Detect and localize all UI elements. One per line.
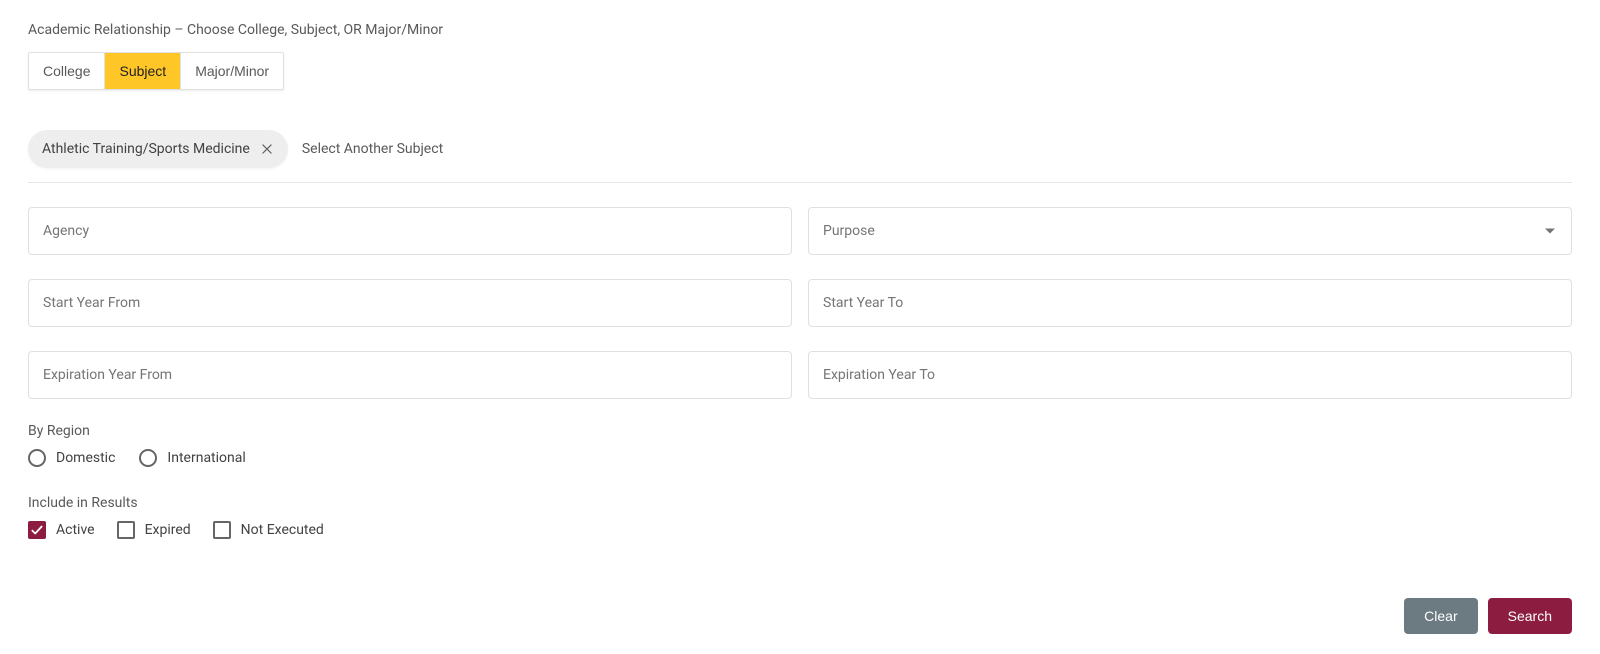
remove-chip-icon[interactable] xyxy=(258,140,276,158)
checkbox-expired[interactable]: Expired xyxy=(117,521,191,539)
purpose-select[interactable]: Purpose xyxy=(808,207,1572,255)
content: Academic Relationship – Choose College, … xyxy=(0,0,1600,559)
field-label: Expiration Year From xyxy=(43,367,172,383)
by-region-label: By Region xyxy=(28,423,1572,439)
chip-label: Athletic Training/Sports Medicine xyxy=(42,141,250,157)
filters-grid: Agency Purpose Start Year From Start Yea… xyxy=(28,207,1572,399)
field-label: Agency xyxy=(43,223,89,239)
field-label: Start Year From xyxy=(43,295,140,311)
radio-international[interactable]: International xyxy=(139,449,245,467)
field-label: Start Year To xyxy=(823,295,903,311)
search-button[interactable]: Search xyxy=(1488,598,1572,634)
radio-domestic[interactable]: Domestic xyxy=(28,449,115,467)
selected-subject-row: Athletic Training/Sports Medicine Select… xyxy=(28,130,1572,168)
radio-icon xyxy=(28,449,46,467)
include-in-results-label: Include in Results xyxy=(28,495,1572,511)
radio-label: Domestic xyxy=(56,450,115,466)
checkbox-label: Active xyxy=(56,522,95,538)
clear-button[interactable]: Clear xyxy=(1404,598,1477,634)
section-title: Academic Relationship – Choose College, … xyxy=(28,22,1572,38)
action-buttons: Clear Search xyxy=(1404,598,1572,634)
checkbox-active[interactable]: Active xyxy=(28,521,95,539)
selected-subject-chip: Athletic Training/Sports Medicine xyxy=(28,130,288,168)
checkbox-not-executed[interactable]: Not Executed xyxy=(213,521,324,539)
checkbox-label: Expired xyxy=(145,522,191,538)
checkbox-label: Not Executed xyxy=(241,522,324,538)
tab-college[interactable]: College xyxy=(29,53,104,89)
academic-relationship-tabs: College Subject Major/Minor xyxy=(28,52,284,90)
start-year-from-input[interactable]: Start Year From xyxy=(28,279,792,327)
expiration-year-from-input[interactable]: Expiration Year From xyxy=(28,351,792,399)
field-label: Expiration Year To xyxy=(823,367,935,383)
checkbox-icon xyxy=(213,521,231,539)
radio-icon xyxy=(139,449,157,467)
select-another-subject-link[interactable]: Select Another Subject xyxy=(302,141,443,157)
divider xyxy=(28,182,1572,183)
region-radio-group: Domestic International xyxy=(28,449,1572,467)
checkbox-icon xyxy=(117,521,135,539)
tab-major-minor[interactable]: Major/Minor xyxy=(180,53,283,89)
expiration-year-to-input[interactable]: Expiration Year To xyxy=(808,351,1572,399)
checkbox-icon xyxy=(28,521,46,539)
search-form-panel: Academic Relationship – Choose College, … xyxy=(0,0,1600,654)
start-year-to-input[interactable]: Start Year To xyxy=(808,279,1572,327)
agency-input[interactable]: Agency xyxy=(28,207,792,255)
radio-label: International xyxy=(167,450,245,466)
field-label: Purpose xyxy=(823,223,875,239)
tab-subject[interactable]: Subject xyxy=(104,53,180,89)
include-checkbox-group: Active Expired Not Executed xyxy=(28,521,1572,539)
